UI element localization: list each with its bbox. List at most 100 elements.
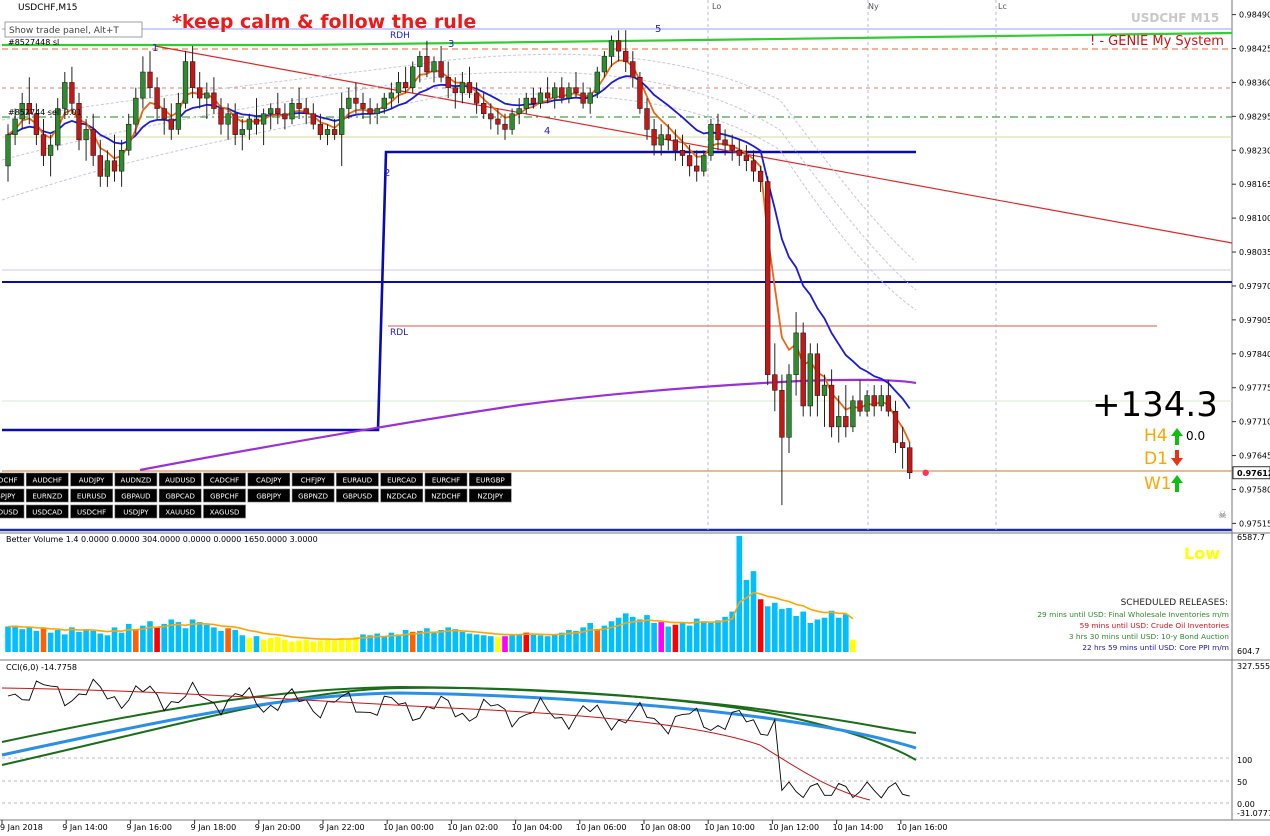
pair-button-label: NZDCHF bbox=[431, 493, 461, 501]
pair-button-cadjpy[interactable]: CADJPY bbox=[247, 472, 291, 487]
candle-body bbox=[566, 87, 572, 99]
candle-body bbox=[360, 103, 366, 109]
chart-canvas[interactable]: USDCHF,M15 USDCHF M15 *keep calm & follo… bbox=[0, 0, 1270, 832]
candle-body bbox=[828, 384, 835, 428]
volume-bar bbox=[786, 608, 792, 652]
pair-button-audusd[interactable]: AUDUSD bbox=[158, 472, 202, 487]
volume-bar bbox=[69, 627, 75, 652]
pair-button-cadchf[interactable]: CADCHF bbox=[0, 472, 25, 487]
candle-body bbox=[509, 113, 515, 130]
pair-button-audchf[interactable]: AUDCHF bbox=[25, 472, 69, 487]
candle-body bbox=[637, 76, 643, 109]
volume-bar bbox=[324, 638, 331, 652]
volume-bar bbox=[225, 628, 231, 652]
tf-h4-label: H4 bbox=[1144, 426, 1168, 446]
volume-bar bbox=[83, 629, 89, 652]
pair-button-audusd[interactable]: AUDUSD bbox=[0, 504, 25, 519]
system-label: ! - GENIE My System bbox=[1090, 34, 1224, 49]
pair-button-eurnzd[interactable]: EURNZD bbox=[25, 488, 69, 503]
pair-button-label: CHFJPY bbox=[301, 477, 326, 485]
volume-bar bbox=[211, 627, 217, 652]
pair-button-label: EURCAD bbox=[387, 477, 416, 485]
pair-button-eurchf[interactable]: EURCHF bbox=[424, 472, 468, 487]
candle-body bbox=[431, 61, 437, 73]
pair-button-label: AUDUSD bbox=[0, 509, 18, 517]
pair-button-usdjpy[interactable]: USDJPY bbox=[114, 504, 158, 519]
pair-button-label: XAUUSD bbox=[165, 509, 195, 517]
price-marker bbox=[922, 469, 929, 476]
volume-bottom-label: 604.7 bbox=[1237, 647, 1260, 656]
candle-body bbox=[225, 113, 231, 125]
candle-body bbox=[907, 447, 913, 474]
pair-button-label: USDCHF bbox=[77, 509, 106, 517]
pair-button-xauusd[interactable]: XAUUSD bbox=[158, 504, 202, 519]
candle-body bbox=[381, 97, 387, 109]
pair-button-gbpaud[interactable]: GBPAUD bbox=[114, 488, 158, 503]
pair-button-label: GBPUSD bbox=[343, 493, 372, 501]
volume-bar bbox=[708, 623, 714, 652]
pair-button-audjpy[interactable]: AUDJPY bbox=[70, 472, 113, 487]
cci-tick: 100 bbox=[1237, 756, 1252, 765]
candle-body bbox=[452, 87, 458, 94]
current-price-label: 0.97612 bbox=[1237, 469, 1270, 478]
pair-button-euraud[interactable]: EURAUD bbox=[336, 472, 379, 487]
volume-bar bbox=[218, 630, 224, 652]
pair-button-gbpjpy[interactable]: GBPJPY bbox=[0, 488, 25, 503]
trading-chart-window[interactable]: USDCHF,M15 USDCHF M15 *keep calm & follo… bbox=[0, 0, 1270, 832]
time-tick-label: 10 Jan 00:00 bbox=[383, 823, 434, 832]
pair-button-nzdcad[interactable]: NZDCAD bbox=[380, 488, 424, 503]
candle-body bbox=[275, 108, 281, 115]
candle-body bbox=[126, 123, 132, 151]
pair-button-eurusd[interactable]: EURUSD bbox=[70, 488, 113, 503]
candle-body bbox=[857, 400, 863, 412]
wave-label-2: 2 bbox=[384, 168, 390, 179]
pair-button-gbpusd[interactable]: GBPUSD bbox=[336, 488, 379, 503]
volume-bar bbox=[452, 629, 459, 652]
volume-bar bbox=[828, 610, 835, 652]
volume-bar bbox=[480, 635, 487, 652]
pair-button-gbpnzd[interactable]: GBPNZD bbox=[291, 488, 335, 503]
pair-button-nzdchf[interactable]: NZDCHF bbox=[424, 488, 468, 503]
volume-bar bbox=[260, 639, 267, 652]
time-tick-label: 10 Jan 08:00 bbox=[640, 823, 691, 832]
volume-bar bbox=[743, 579, 750, 652]
volume-bar bbox=[317, 640, 324, 652]
volume-bar bbox=[551, 634, 558, 652]
pair-button-label: AUDNZD bbox=[121, 477, 152, 485]
candle-body bbox=[310, 113, 316, 125]
volume-bar bbox=[402, 630, 409, 652]
pair-button-usdchf[interactable]: USDCHF bbox=[70, 504, 113, 519]
candle-body bbox=[268, 108, 274, 115]
candle-body bbox=[502, 123, 508, 130]
h4-value: 0.0 bbox=[1186, 429, 1205, 443]
volume-bar bbox=[544, 636, 551, 652]
banner-text: *keep calm & follow the rule bbox=[172, 11, 476, 33]
volume-bar bbox=[722, 616, 728, 652]
pair-button-nzdjpy[interactable]: NZDJPY bbox=[468, 488, 512, 503]
candle-body bbox=[189, 61, 196, 88]
pair-button-xagusd[interactable]: XAGUSD bbox=[203, 504, 246, 519]
candle-body bbox=[445, 76, 451, 88]
volume-bar bbox=[154, 626, 160, 652]
pair-button-usdcad[interactable]: USDCAD bbox=[25, 504, 69, 519]
candle-body bbox=[438, 61, 444, 78]
pair-button-eurcad[interactable]: EURCAD bbox=[380, 472, 424, 487]
trade-panel-button[interactable]: Show trade panel, Alt+T bbox=[4, 21, 143, 38]
price-tick-label: 0.97970 bbox=[1239, 282, 1270, 291]
volume-bar bbox=[701, 621, 707, 652]
volume-bar bbox=[757, 599, 764, 652]
volume-bar bbox=[253, 636, 260, 652]
candle-body bbox=[708, 123, 714, 156]
pair-button-eurgbp[interactable]: EURGBP bbox=[468, 472, 512, 487]
pair-button-gbpjpy[interactable]: GBPJPY bbox=[247, 488, 291, 503]
pair-button-audnzd[interactable]: AUDNZD bbox=[114, 472, 158, 487]
volume-bar bbox=[303, 639, 309, 652]
pair-button-chfjpy[interactable]: CHFJPY bbox=[291, 472, 335, 487]
volume-bar bbox=[381, 636, 388, 652]
pair-button-cadchf[interactable]: CADCHF bbox=[203, 472, 246, 487]
volume-bar bbox=[509, 635, 515, 652]
price-tick-label: 0.98165 bbox=[1239, 180, 1270, 189]
pair-button-gbpcad[interactable]: GBPCAD bbox=[158, 488, 202, 503]
pair-button-gbpchf[interactable]: GBPCHF bbox=[203, 488, 246, 503]
volume-bar bbox=[750, 571, 757, 652]
